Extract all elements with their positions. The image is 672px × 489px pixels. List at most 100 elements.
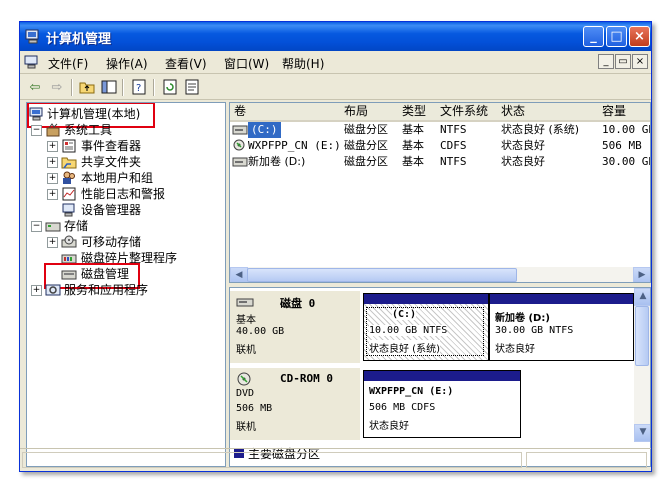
- collapse-toggle[interactable]: −: [31, 221, 42, 232]
- layout-cell: 磁盘分区: [344, 139, 388, 152]
- disk-size: 506 MB: [236, 403, 273, 414]
- tools-icon: [46, 123, 60, 137]
- tree-item-label: 本地用户和组: [81, 171, 154, 185]
- users-icon: [63, 171, 75, 184]
- filesystem-cell: NTFS: [440, 123, 467, 136]
- forward-icon[interactable]: ⇨: [48, 78, 66, 96]
- menu-file[interactable]: 文件(F): [48, 55, 88, 72]
- filesystem-cell: CDFS: [440, 139, 467, 152]
- partition-title: 新加卷 (D:): [495, 313, 550, 324]
- column-header-layout[interactable]: 布局: [340, 103, 403, 122]
- maximize-button[interactable]: □: [606, 26, 627, 47]
- type-cell: 基本: [402, 123, 424, 136]
- tree-item-label: 系统工具: [64, 123, 113, 137]
- layout-cell: 磁盘分区: [344, 155, 388, 168]
- filesystem-cell: NTFS: [440, 155, 467, 168]
- status-cell: 状态良好: [501, 155, 545, 168]
- mdi-restore-button[interactable]: ▭: [615, 54, 631, 69]
- menu-window[interactable]: 窗口(W): [224, 55, 269, 72]
- mdi-close-button[interactable]: ×: [632, 54, 648, 69]
- disk-kind: DVD: [236, 388, 255, 399]
- capacity-cell: 506 MB: [602, 139, 642, 152]
- computer-management-window: 计算机管理 _ □ × 文件(F) 操作(A) 查看(V) 窗口(W) 帮助(H…: [19, 21, 652, 472]
- column-header-type[interactable]: 类型: [398, 103, 441, 122]
- services-icon: [45, 284, 61, 296]
- partition-status: 状态良好: [495, 344, 535, 355]
- toolbar-separator: [71, 79, 73, 96]
- partition-status: 状态良好: [369, 421, 409, 432]
- removable-storage-icon: [61, 235, 77, 248]
- vertical-scrollbar[interactable]: ▲ ▼: [634, 288, 650, 442]
- column-header-status[interactable]: 状态: [497, 103, 603, 122]
- menu-view[interactable]: 查看(V): [165, 55, 207, 72]
- capacity-cell: 30.00 GB: [602, 155, 651, 168]
- volume-cell: WXPFPP_CN (E:): [248, 139, 341, 152]
- partition-detail: 30.00 GB NTFS: [495, 325, 574, 336]
- table-row[interactable]: 新加卷 (D:) 磁盘分区 基本 NTFS 状态良好 30.00 GB: [230, 154, 651, 170]
- volume-cell: 新加卷 (D:): [248, 155, 306, 168]
- disk-graphical-view: 磁盘 0 基本 40.00 GB 联机 (C:) 10.00 GB NTFS 状…: [229, 287, 651, 467]
- properties-icon[interactable]: [183, 78, 201, 96]
- performance-icon: [62, 187, 76, 201]
- svg-text:?: ?: [136, 83, 141, 94]
- window-title: 计算机管理: [46, 32, 112, 47]
- scroll-down-button[interactable]: ▼: [634, 424, 650, 442]
- column-header-capacity[interactable]: 容量: [598, 103, 650, 122]
- collapse-toggle[interactable]: −: [31, 125, 42, 136]
- cd-icon: [233, 139, 245, 151]
- column-header-volume[interactable]: 卷: [230, 103, 345, 122]
- type-cell: 基本: [402, 155, 424, 168]
- volume-cell: (C:): [248, 122, 281, 138]
- computer-management-icon: [25, 29, 39, 44]
- table-row[interactable]: (C:) 磁盘分区 基本 NTFS 状态良好 (系统) 10.00 GB: [230, 122, 650, 138]
- scrollbar-thumb[interactable]: [635, 306, 649, 366]
- tree-item-label: 存储: [64, 219, 89, 233]
- table-row[interactable]: WXPFPP_CN (E:) 磁盘分区 基本 CDFS 状态良好 506 MB: [230, 138, 650, 154]
- scroll-up-button[interactable]: ▲: [634, 288, 650, 306]
- scroll-right-button[interactable]: ▶: [633, 267, 650, 282]
- tree-item-label: 可移动存储: [81, 235, 142, 249]
- partition-bar: [490, 294, 633, 304]
- partition-d[interactable]: 新加卷 (D:) 30.00 GB NTFS 状态良好: [489, 293, 634, 361]
- console-icon[interactable]: [24, 55, 40, 69]
- toolbar: ⇦ ⇨ ?: [20, 75, 651, 100]
- expand-toggle[interactable]: +: [47, 141, 58, 152]
- layout-cell: 磁盘分区: [344, 123, 388, 136]
- partition-detail: 506 MB CDFS: [369, 402, 436, 413]
- tree-item-label: 性能日志和警报: [81, 187, 166, 201]
- expand-toggle[interactable]: +: [47, 189, 58, 200]
- device-manager-icon: [62, 203, 75, 217]
- scrollbar-thumb[interactable]: [247, 268, 517, 282]
- menu-action[interactable]: 操作(A): [106, 55, 148, 72]
- back-icon[interactable]: ⇦: [26, 78, 44, 96]
- hard-disk-icon: [232, 125, 248, 135]
- scroll-left-button[interactable]: ◀: [230, 267, 248, 282]
- partition-e[interactable]: WXPFPP_CN (E:) 506 MB CDFS 状态良好: [363, 370, 521, 438]
- close-button[interactable]: ×: [629, 26, 650, 47]
- event-viewer-icon: [62, 139, 76, 153]
- help-icon[interactable]: ?: [130, 78, 148, 96]
- horizontal-scrollbar[interactable]: ◀ ▶: [230, 267, 650, 282]
- expand-toggle[interactable]: +: [47, 173, 58, 184]
- menu-bar: 文件(F) 操作(A) 查看(V) 窗口(W) 帮助(H) _ ▭ ×: [20, 51, 651, 74]
- minimize-button[interactable]: _: [583, 26, 604, 47]
- disk-name: 磁盘 0: [280, 297, 316, 310]
- hard-disk-icon: [236, 298, 254, 307]
- column-header-filesystem[interactable]: 文件系统: [436, 103, 502, 122]
- show-hide-tree-icon[interactable]: [100, 78, 118, 96]
- volume-list: 卷 布局 类型 文件系统 状态 容量 (C:) 磁盘分区 基本 NTFS 状态良…: [229, 102, 651, 283]
- cdrom-0-label-panel[interactable]: CD-ROM 0 DVD 506 MB 联机: [230, 368, 360, 440]
- disk-0-label-panel[interactable]: 磁盘 0 基本 40.00 GB 联机: [230, 291, 360, 363]
- partition-c[interactable]: (C:) 10.00 GB NTFS 状态良好 (系统): [363, 293, 489, 361]
- hard-disk-icon: [232, 157, 248, 167]
- title-bar[interactable]: 计算机管理 _ □ ×: [20, 22, 651, 51]
- expand-toggle[interactable]: +: [31, 285, 42, 296]
- menu-help[interactable]: 帮助(H): [282, 55, 324, 72]
- expand-toggle[interactable]: +: [47, 157, 58, 168]
- mdi-minimize-button[interactable]: _: [598, 54, 614, 69]
- up-folder-icon[interactable]: [78, 78, 96, 96]
- refresh-icon[interactable]: [161, 78, 179, 96]
- disk-name: CD-ROM 0: [280, 372, 333, 385]
- shared-folder-icon: [61, 157, 77, 169]
- expand-toggle[interactable]: +: [47, 237, 58, 248]
